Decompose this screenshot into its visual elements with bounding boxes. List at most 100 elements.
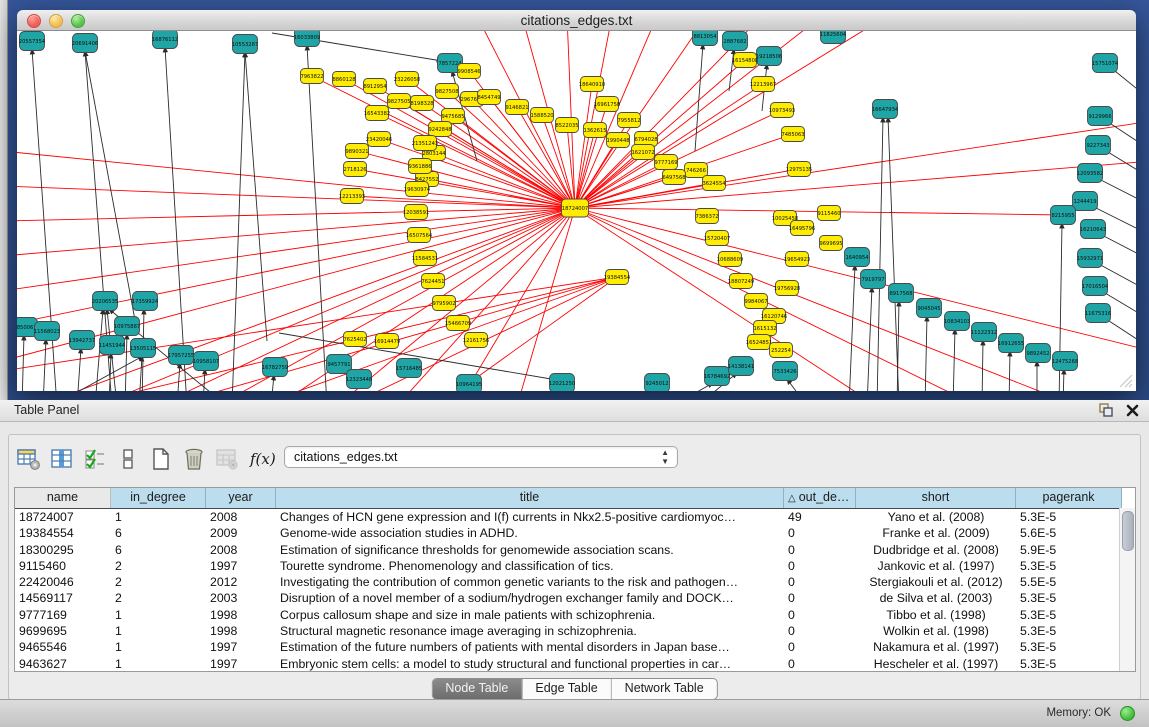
table-row[interactable]: 946554611997Estimation of the future num… (15, 639, 1135, 655)
table-cell[interactable]: Structural magnetic resonance image aver… (276, 623, 784, 639)
graph-node[interactable]: 7919797 (861, 270, 886, 289)
graph-node[interactable]: 13505115 (130, 339, 156, 358)
column-header-pagerank[interactable]: pagerank (1016, 488, 1122, 508)
graph-node[interactable]: 9361886 (408, 159, 431, 174)
graph-node[interactable]: 9242848 (428, 122, 451, 137)
table-cell[interactable]: 1997 (206, 656, 276, 672)
table-cell[interactable]: 6 (111, 525, 206, 541)
graph-node[interactable]: 16647934 (872, 100, 899, 119)
graph-node[interactable]: 9984067 (744, 294, 767, 309)
graph-node[interactable]: 9699695 (819, 236, 842, 251)
graph-node[interactable]: 10964195 (456, 375, 482, 392)
graph-node[interactable]: 16524851 (746, 335, 772, 350)
graph-node[interactable]: 8860128 (332, 72, 355, 87)
table-cell[interactable]: 9777169 (15, 607, 111, 623)
graph-node[interactable]: 15720407 (704, 231, 730, 246)
table-cell[interactable]: 18300295 (15, 542, 111, 558)
graph-node[interactable]: 18807249 (728, 274, 754, 289)
graph-node[interactable]: 8917568 (889, 284, 914, 303)
graph-node[interactable]: 8454749 (477, 90, 500, 105)
graph-node[interactable]: 9129966 (1088, 107, 1113, 126)
graph-node[interactable]: 15716485 (396, 359, 422, 378)
graph-node[interactable]: 12161756 (463, 333, 489, 348)
table-cell[interactable]: 1 (111, 639, 206, 655)
table-cell[interactable]: 1998 (206, 607, 276, 623)
column-header-in_degree[interactable]: in_degree (111, 488, 206, 508)
graph-node[interactable]: 20557354 (19, 32, 46, 51)
table-cell[interactable]: 1 (111, 656, 206, 672)
graph-node[interactable]: 19630974 (404, 182, 431, 197)
table-cell[interactable]: 18724007 (15, 509, 111, 525)
graph-node[interactable]: 11584531 (412, 251, 438, 266)
table-row[interactable]: 1872400712008Changes of HCN gene express… (15, 509, 1135, 525)
graph-node[interactable]: 19654923 (784, 252, 810, 267)
graph-node[interactable]: 1362615 (583, 123, 606, 138)
graph-node[interactable]: 1244419 (1073, 192, 1098, 211)
table-cell[interactable]: Embryonic stem cells: a model to study s… (276, 656, 784, 672)
function-builder-button[interactable]: f(x) (250, 450, 276, 468)
table-cell[interactable]: 5.3E-5 (1016, 656, 1122, 672)
table-cell[interactable]: 2012 (206, 574, 276, 590)
table-row[interactable]: 1456911722003Disruption of a novel membe… (15, 590, 1135, 606)
column-header-short[interactable]: short (856, 488, 1016, 508)
table-cell[interactable]: 9699695 (15, 623, 111, 639)
graph-node[interactable]: 9045045 (917, 299, 942, 318)
table-cell[interactable]: Wolkin et al. (1998) (856, 623, 1016, 639)
graph-node[interactable]: 11675316 (1085, 304, 1111, 323)
graph-node[interactable]: 12038591 (403, 205, 429, 220)
graph-node[interactable]: 9827508 (435, 84, 458, 99)
table-cell[interactable]: Tibbo et al. (1998) (856, 607, 1016, 623)
graph-node[interactable]: 10553287 (232, 35, 258, 54)
graph-node[interactable]: 7955812 (617, 113, 640, 128)
graph-node[interactable]: 15466709 (445, 316, 471, 331)
table-row[interactable]: 977716911998Corpus callosum shape and si… (15, 607, 1135, 623)
table-scrollbar[interactable] (1119, 508, 1135, 671)
graph-hub-node[interactable]: 18724007 (562, 199, 589, 217)
graph-node[interactable]: 252254 (770, 343, 793, 358)
graph-node[interactable]: 16154808 (732, 53, 758, 68)
table-cell[interactable]: 1 (111, 607, 206, 623)
table-cell[interactable]: 1997 (206, 558, 276, 574)
graph-node[interactable]: 16961758 (594, 97, 620, 112)
table-cell[interactable]: 2009 (206, 525, 276, 541)
graph-node[interactable]: 9227343 (1086, 136, 1111, 155)
table-cell[interactable]: 19384554 (15, 525, 111, 541)
table-row[interactable]: 911546021997Tourette syndrome. Phenomeno… (15, 558, 1135, 574)
graph-node[interactable]: 16210643 (1080, 220, 1106, 239)
graph-node[interactable]: 16782759 (262, 358, 288, 377)
table-cell[interactable]: Changes of HCN gene expression and I(f) … (276, 509, 784, 525)
graph-node[interactable]: 1615132 (753, 321, 776, 336)
table-cell[interactable]: 5.3E-5 (1016, 639, 1122, 655)
graph-node[interactable]: 2887682 (723, 32, 748, 51)
table-cell[interactable]: 9465546 (15, 639, 111, 655)
graph-node[interactable]: 6497568 (662, 170, 685, 185)
graph-node[interactable]: 11122312 (971, 323, 997, 342)
table-cell[interactable]: 9115460 (15, 558, 111, 574)
tab-edge-table[interactable]: Edge Table (522, 679, 611, 699)
table-cell[interactable]: 2008 (206, 542, 276, 558)
graph-node[interactable]: 1621072 (631, 145, 654, 160)
table-cell[interactable]: 5.5E-5 (1016, 574, 1122, 590)
table-cell[interactable]: 2 (111, 574, 206, 590)
table-cell[interactable]: 0 (784, 623, 856, 639)
graph-node[interactable]: 16507564 (406, 228, 433, 243)
table-cell[interactable]: Dudbridge et al. (2008) (856, 542, 1016, 558)
table-cell[interactable]: Nakamura et al. (1997) (856, 639, 1016, 655)
graph-node[interactable]: 7625402 (343, 332, 366, 347)
new-table-button[interactable] (147, 446, 174, 473)
graph-node[interactable]: 16876112 (152, 31, 178, 49)
graph-node[interactable]: 10958107 (193, 352, 219, 371)
table-cell[interactable]: 1 (111, 509, 206, 525)
zoom-window-button[interactable] (71, 14, 85, 28)
table-row[interactable]: 969969511998Structural magnetic resonanc… (15, 623, 1135, 639)
table-cell[interactable]: Tourette syndrome. Phenomenology and cla… (276, 558, 784, 574)
table-cell[interactable]: 0 (784, 574, 856, 590)
table-cell[interactable]: Hescheler et al. (1997) (856, 656, 1016, 672)
network-canvas[interactable]: 2055735420691406168761121055328716033809… (17, 31, 1136, 391)
graph-node[interactable]: 12093582 (1077, 164, 1103, 183)
graph-node[interactable]: 10975887 (114, 317, 140, 336)
graph-node[interactable]: 1990448 (606, 133, 629, 148)
graph-node[interactable]: 9115460 (817, 206, 840, 221)
graph-node[interactable]: 746266 (685, 163, 708, 178)
graph-node[interactable]: 7485063 (781, 127, 804, 142)
